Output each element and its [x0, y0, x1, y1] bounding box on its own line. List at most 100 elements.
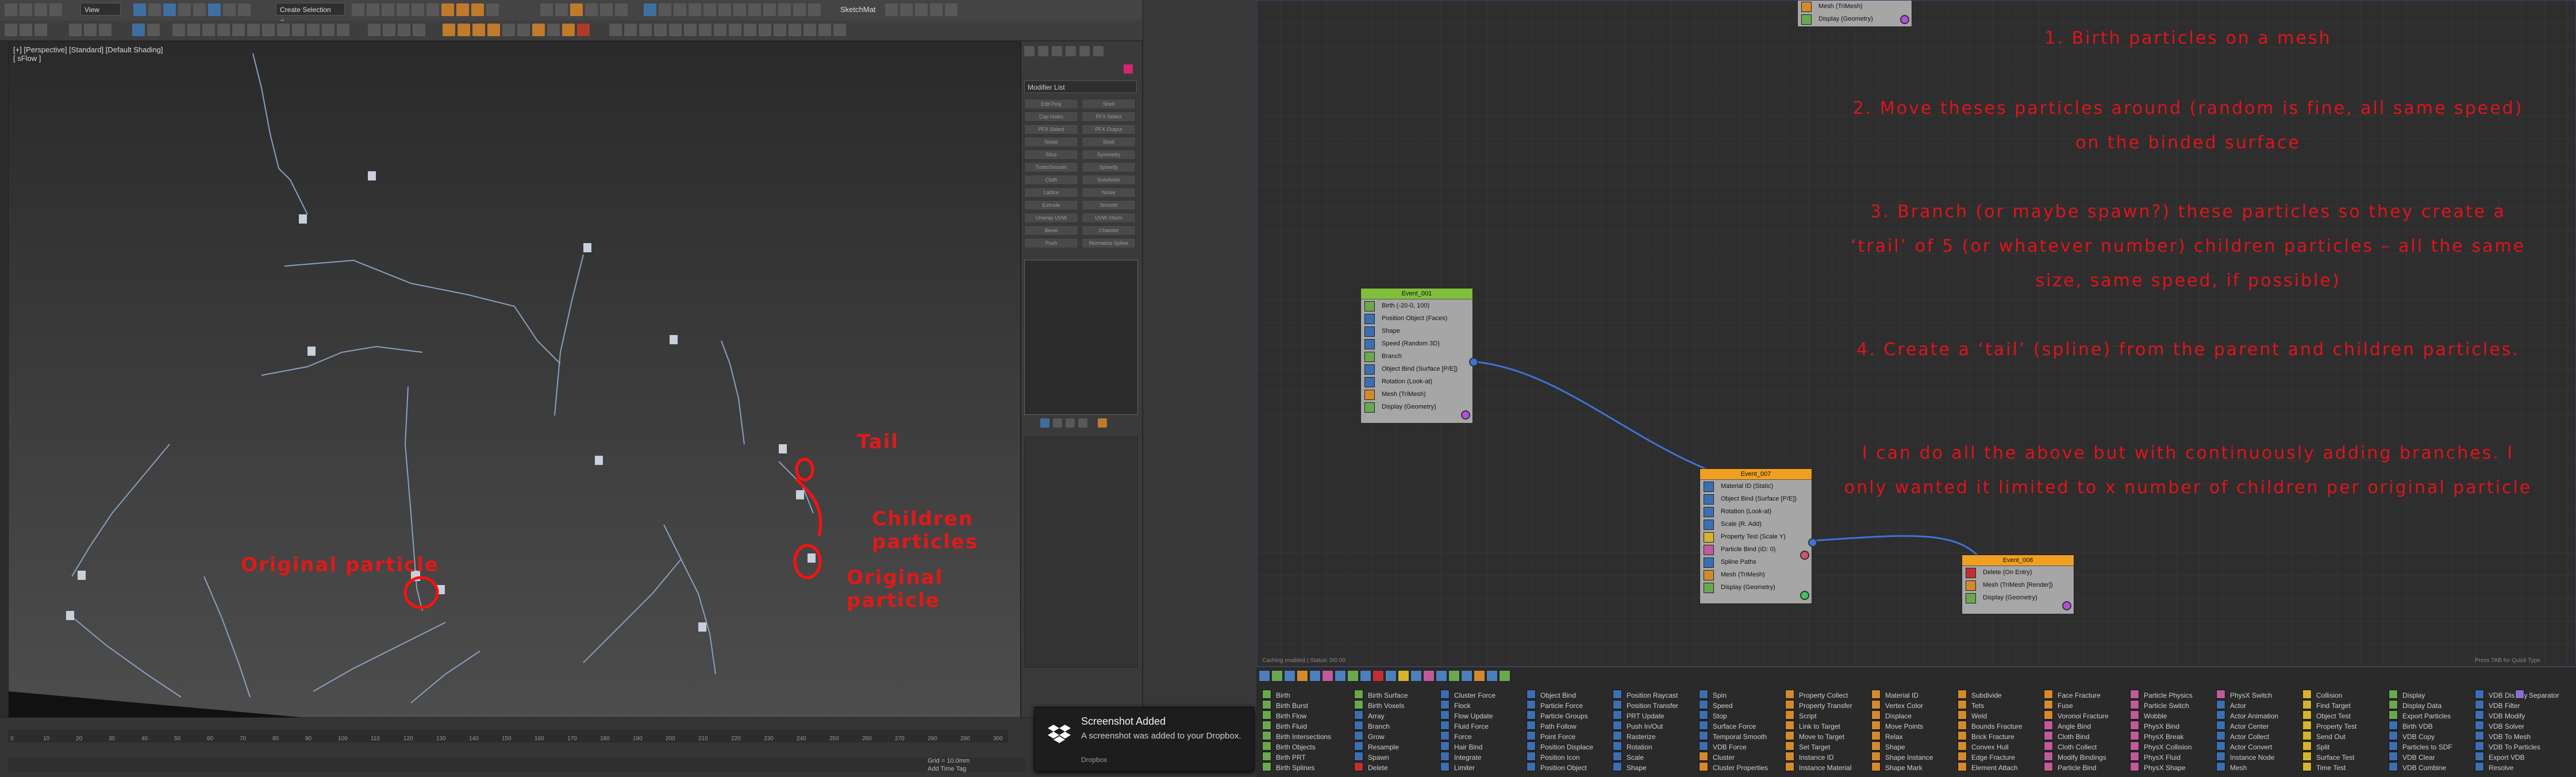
node-op[interactable]: Property Test (Scale Y) [1700, 530, 1812, 543]
tool3-icon[interactable] [585, 3, 598, 16]
depot-item[interactable]: Particle Groups [1527, 710, 1588, 720]
depot-item[interactable]: Position Icon [1527, 752, 1580, 761]
remove-modifier-icon[interactable] [1078, 418, 1087, 428]
mod-button[interactable]: Shell [1082, 99, 1136, 109]
depot-item[interactable]: Surface Test [2302, 752, 2354, 761]
stop-icon[interactable] [383, 24, 395, 36]
depot-item[interactable]: Material ID [1871, 690, 1918, 699]
mod-button[interactable]: Subdivide [1082, 175, 1136, 185]
depot-tool-icon[interactable] [1461, 670, 1472, 682]
tool8-icon[interactable] [674, 3, 686, 16]
depot-item[interactable]: Actor Center [2216, 721, 2269, 730]
node-op[interactable]: Display (Geometry) [1962, 591, 2074, 604]
mod-button[interactable]: Chamfer [1082, 225, 1136, 236]
depot-item[interactable]: Instance ID [1785, 752, 1834, 761]
move-icon[interactable] [163, 3, 176, 16]
depot-item[interactable]: Position Raycast [1613, 690, 1678, 699]
depot-item[interactable]: Instance Node [2216, 752, 2274, 761]
mod-button[interactable]: Noise [1024, 137, 1078, 147]
depot-item[interactable]: Resample [1354, 741, 1399, 751]
depot-tool-icon[interactable] [1347, 670, 1359, 682]
depot-item[interactable]: Property Collect [1785, 690, 1848, 699]
depot-item[interactable]: Stop [1699, 710, 1727, 720]
depot-item[interactable]: Weld [1958, 710, 1987, 720]
depot-item[interactable]: Voronoi Fracture [2044, 710, 2109, 720]
material-editor-icon[interactable] [426, 3, 439, 16]
tool28-icon[interactable] [624, 24, 637, 36]
fire4-icon[interactable] [487, 24, 500, 36]
node-op[interactable]: Mesh (TriMesh) [1361, 388, 1472, 401]
object-color-swatch[interactable] [1124, 64, 1133, 74]
depot-item[interactable]: VDB To Mesh [2475, 731, 2531, 741]
depot-item[interactable]: Push In/Out [1613, 721, 1663, 730]
depot-tool-icon[interactable] [1309, 670, 1321, 682]
ribbon4-icon[interactable] [187, 24, 200, 36]
tool32-icon[interactable] [684, 24, 697, 36]
node-event-008[interactable]: Event_008 Delete (On Entry) Mesh (TriMes… [1962, 555, 2074, 614]
depot-item[interactable]: Shape [1871, 741, 1905, 751]
schematic-icon[interactable] [412, 3, 424, 16]
display-tab-icon[interactable] [1079, 46, 1090, 56]
mod-button[interactable]: Cap Holes [1024, 111, 1078, 122]
depot-item[interactable]: Separator [2515, 690, 2559, 699]
scale-icon[interactable] [193, 3, 206, 16]
tool-icon[interactable] [540, 3, 553, 16]
depot-tool-icon[interactable] [1410, 670, 1422, 682]
node-title[interactable]: Event_001 [1361, 289, 1472, 299]
output-socket[interactable] [1469, 357, 1478, 367]
depot-item[interactable]: Angle Bind [2044, 721, 2091, 730]
layer-icon[interactable] [382, 3, 394, 16]
mod-button[interactable]: Unwrap UVW [1024, 213, 1078, 223]
depot-item[interactable]: Branch [1354, 721, 1390, 730]
depot-item[interactable]: Birth Burst [1262, 700, 1308, 710]
node-op[interactable]: Object Bind (Surface [P/E]) [1361, 363, 1472, 375]
node-title[interactable]: Event_008 [1962, 555, 2074, 566]
depot-item[interactable]: Particles to SDF [2389, 741, 2452, 751]
mod-button[interactable]: Lattice [1024, 187, 1078, 198]
angle-snap-icon[interactable] [223, 3, 236, 16]
depot-item[interactable]: PhysX Fluid [2130, 752, 2181, 761]
depot-item[interactable]: VDB Force [1699, 741, 1747, 751]
named-selection-dropdown[interactable]: Create Selection Se [276, 3, 345, 26]
rotate-icon[interactable] [178, 3, 191, 16]
mod-button[interactable]: Edit Poly [1024, 99, 1078, 109]
depot-tool-icon[interactable] [1297, 670, 1308, 682]
flow-editor-canvas[interactable]: 1. Birth particles on a mesh 2. Move the… [1256, 0, 2576, 667]
node-op[interactable]: Display (Geometry) [1361, 401, 1472, 413]
depot-tool-icon[interactable] [1372, 670, 1384, 682]
ribbon7-icon[interactable] [232, 24, 245, 36]
display-color-swatch[interactable] [1800, 591, 1809, 600]
make-unique-icon[interactable] [1066, 418, 1075, 428]
node-op[interactable]: Mesh (TriMesh) [1798, 1, 1912, 13]
depot-tool-icon[interactable] [1360, 670, 1371, 682]
mod-button[interactable]: PFX Select [1024, 124, 1078, 134]
depot-item[interactable]: Mesh [2216, 762, 2247, 772]
tool4-icon[interactable] [600, 3, 613, 16]
depot-item[interactable]: Subdivide [1958, 690, 2002, 699]
depot-item[interactable]: Position Object [1527, 762, 1587, 772]
depot-item[interactable]: Delete [1354, 762, 1388, 772]
depot-item[interactable]: Resolve [2475, 762, 2513, 772]
depot-item[interactable]: VDB Solver [2475, 721, 2524, 730]
depot-item[interactable]: Export VDB [2475, 752, 2525, 761]
snap-icon[interactable] [208, 3, 221, 16]
utilities-tab-icon[interactable] [1093, 46, 1104, 56]
ribbon3-icon[interactable] [172, 24, 185, 36]
depot-item[interactable]: Hair Bind [1440, 741, 1482, 751]
render-frame-icon[interactable] [456, 3, 469, 16]
mod-button[interactable]: Smooth [1082, 200, 1136, 210]
depot-item[interactable]: Rotation [1613, 741, 1652, 751]
tool33-icon[interactable] [699, 24, 712, 36]
mod-button[interactable]: PFX Select [1082, 111, 1136, 122]
depot-item[interactable]: Point Force [1527, 731, 1575, 741]
x-axis-icon[interactable] [5, 24, 17, 36]
node-op[interactable]: Shape [1361, 325, 1472, 337]
mod-button[interactable]: PFX Output [1082, 124, 1136, 134]
depot-tool-icon[interactable] [1385, 670, 1397, 682]
depot-item[interactable]: VDB Copy [2389, 731, 2435, 741]
tool39-icon[interactable] [789, 24, 801, 36]
tool15-icon[interactable] [793, 3, 806, 16]
node-op[interactable]: Mesh (TriMesh) [1700, 568, 1812, 581]
tool16-icon[interactable] [808, 3, 821, 16]
depot-item[interactable]: Integrate [1440, 752, 1481, 761]
